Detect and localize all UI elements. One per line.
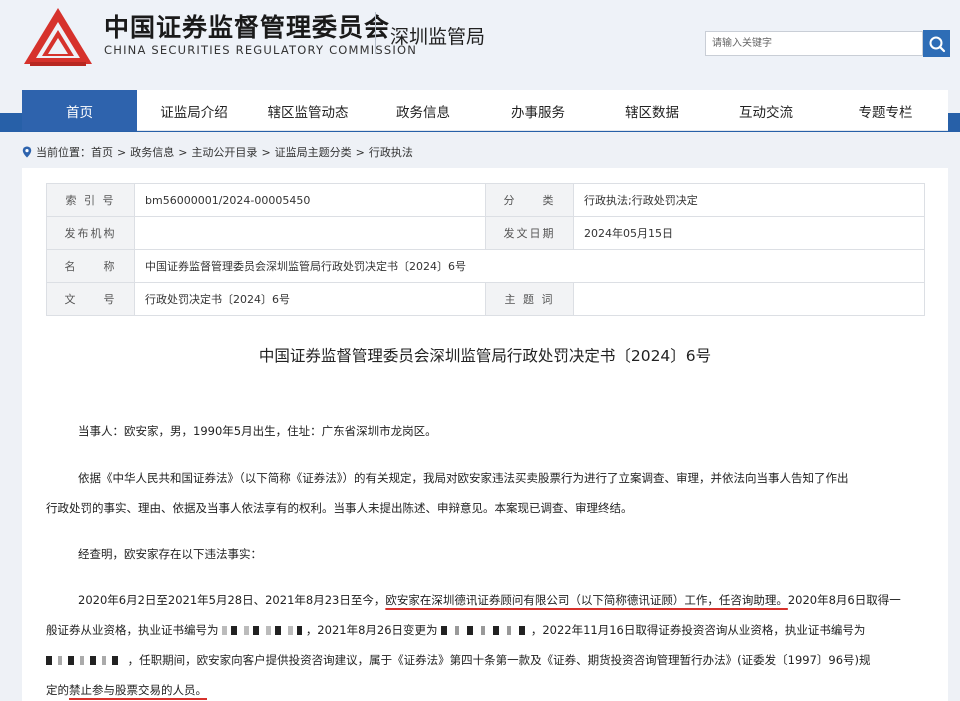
breadcrumb-separator: > <box>355 145 365 159</box>
nav-item-interaction[interactable]: 互动交流 <box>709 90 823 131</box>
document-meta-table: 索 引 号 bm56000001/2024-00005450 分 类 行政执法;… <box>46 183 925 316</box>
brand-name-en: CHINA SECURITIES REGULATORY COMMISSION <box>104 43 418 57</box>
table-row: 发布机构 发文日期 2024年05月15日 <box>46 216 925 250</box>
breadcrumb-link-home[interactable]: 首页 <box>91 144 113 160</box>
breadcrumb-link-public-catalog[interactable]: 主动公开目录 <box>191 144 257 160</box>
search-input[interactable] <box>705 31 923 56</box>
date-value: 2024年05月15日 <box>573 216 925 250</box>
facts-prohibited-highlight: 禁止参与股票交易的人员。 <box>69 683 207 697</box>
issuer-value <box>134 216 486 250</box>
facts-license-text: 般证券从业资格，执业证书编号为 <box>46 623 219 637</box>
bureau-name: 深圳监管局 <box>390 26 486 48</box>
facts-advisor-text: ，2022年11月16日取得证券投资咨询从业资格，执业证书编号为 <box>530 623 866 637</box>
index-label: 索 引 号 <box>46 183 135 217</box>
nav-item-home[interactable]: 首页 <box>22 90 137 131</box>
redacted-text <box>441 626 528 635</box>
brand-divider <box>375 12 376 54</box>
breadcrumb-link-enforcement[interactable]: 行政执法 <box>369 144 413 160</box>
search-button[interactable] <box>923 30 950 57</box>
facts-employment-highlight: 欧安家在深圳德讯证券顾问有限公司（以下简称德讯证顾）工作，任咨询助理。 <box>385 593 788 607</box>
document-title: 中国证券监督管理委员会深圳监管局行政处罚决定书〔2024〕6号 <box>258 347 712 365</box>
date-label: 发文日期 <box>485 216 574 250</box>
breadcrumb-link-topic-category[interactable]: 证监局主题分类 <box>275 144 352 160</box>
table-row: 索 引 号 bm56000001/2024-00005450 分 类 行政执法;… <box>46 183 925 217</box>
facts-period-text: 2020年6月2日至2021年5月28日、2021年8月23日至今， <box>78 593 386 607</box>
breadcrumb: 当前位置： 首页 > 政务信息 > 主动公开目录 > 证监局主题分类 > 行政执… <box>22 144 413 160</box>
table-row: 文 号 行政处罚决定书〔2024〕6号 主 题 词 <box>46 282 925 316</box>
paragraph-facts-intro: 经查明，欧安家存在以下违法事实： <box>78 547 262 561</box>
nav-item-regulation-news[interactable]: 辖区监管动态 <box>251 90 365 131</box>
redacted-text <box>222 626 303 635</box>
nav-item-data[interactable]: 辖区数据 <box>595 90 709 131</box>
nav-item-about[interactable]: 证监局介绍 <box>137 90 251 131</box>
content-panel: 索 引 号 bm56000001/2024-00005450 分 类 行政执法;… <box>22 168 948 701</box>
subject-label: 主 题 词 <box>485 282 574 316</box>
facts-qualification-text: 2020年8月6日取得一 <box>787 593 901 607</box>
paragraph-facts-line2: 般证券从业资格，执业证书编号为 ，2021年8月26日变更为 ，2022年11月… <box>46 615 926 645</box>
paragraph-party: 当事人：欧安家，男，1990年5月出生，住址：广东省深圳市龙岗区。 <box>78 424 437 438</box>
brand-name-cn: 中国证券监督管理委员会 <box>104 13 391 42</box>
breadcrumb-separator: > <box>261 145 271 159</box>
table-row: 名 称 中国证券监督管理委员会深圳监管局行政处罚决定书〔2024〕6号 <box>46 249 925 283</box>
search-icon <box>929 36 945 52</box>
breadcrumb-prefix: 当前位置： <box>36 146 91 159</box>
main-nav: 首页 证监局介绍 辖区监管动态 政务信息 办事服务 辖区数据 互动交流 专题专栏 <box>22 90 948 131</box>
site-header: 中国证券监督管理委员会 CHINA SECURITIES REGULATORY … <box>0 0 960 90</box>
location-pin-icon <box>22 146 32 158</box>
facts-rule-text: 定的 <box>46 683 69 697</box>
nav-item-topics[interactable]: 专题专栏 <box>823 90 948 131</box>
docno-label: 文 号 <box>46 282 135 316</box>
facts-change-text: ，2021年8月26日变更为 <box>305 623 438 637</box>
breadcrumb-link-government-info[interactable]: 政务信息 <box>130 144 174 160</box>
csrc-logo-icon[interactable] <box>22 6 94 68</box>
facts-duty-text: ，任职期间，欧安家向客户提供投资咨询建议，属于《证券法》第四十条第一款及《证券、… <box>127 653 871 667</box>
breadcrumb-separator: > <box>178 145 188 159</box>
paragraph-basis-line2: 行政处罚的事实、理由、依据及当事人依法享有的权利。当事人未提出陈述、申辩意见。本… <box>46 501 633 515</box>
index-value: bm56000001/2024-00005450 <box>134 183 486 217</box>
breadcrumb-separator: > <box>117 145 127 159</box>
subject-value <box>573 282 925 316</box>
paragraph-facts-line3: ，任职期间，欧安家向客户提供投资咨询建议，属于《证券法》第四十条第一款及《证券、… <box>46 645 926 675</box>
paragraph-facts-line1: 2020年6月2日至2021年5月28日、2021年8月23日至今，欧安家在深圳… <box>46 585 926 615</box>
docno-value: 行政处罚决定书〔2024〕6号 <box>134 282 486 316</box>
name-label: 名 称 <box>46 249 135 283</box>
nav-item-services[interactable]: 办事服务 <box>481 90 595 131</box>
redacted-text <box>46 656 124 665</box>
name-value: 中国证券监督管理委员会深圳监管局行政处罚决定书〔2024〕6号 <box>134 249 925 283</box>
issuer-label: 发布机构 <box>46 216 135 250</box>
category-value: 行政执法;行政处罚决定 <box>573 183 925 217</box>
paragraph-basis-line1: 依据《中华人民共和国证券法》（以下简称《证券法》）的有关规定，我局对欧安家违法买… <box>78 471 849 485</box>
nav-item-government-info[interactable]: 政务信息 <box>365 90 481 131</box>
paragraph-facts-line4: 定的禁止参与股票交易的人员。 <box>46 675 926 701</box>
category-label: 分 类 <box>485 183 574 217</box>
